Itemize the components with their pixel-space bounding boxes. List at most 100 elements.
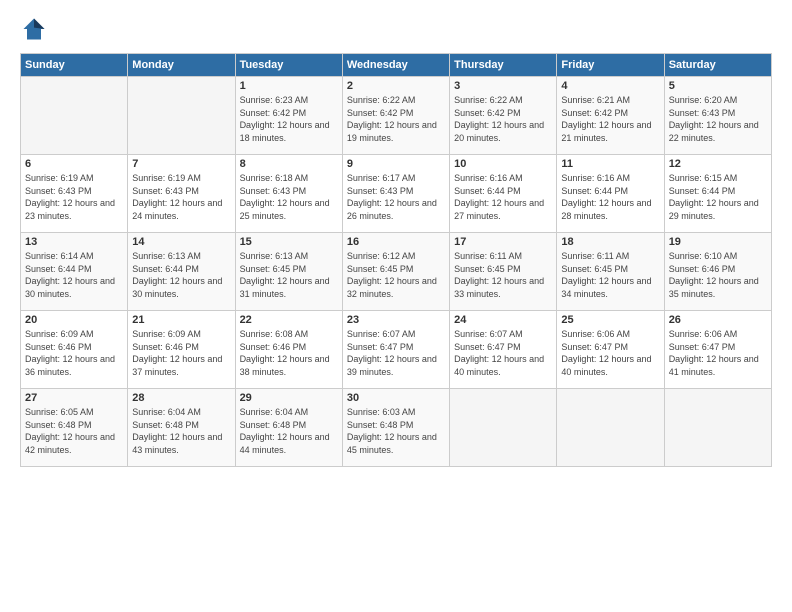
day-number: 6 — [25, 158, 123, 170]
calendar-cell: 29 Sunrise: 6:04 AMSunset: 6:48 PMDaylig… — [235, 389, 342, 467]
day-number: 21 — [132, 314, 230, 326]
cell-info: Sunrise: 6:12 AMSunset: 6:45 PMDaylight:… — [347, 250, 445, 300]
week-row-4: 20 Sunrise: 6:09 AMSunset: 6:46 PMDaylig… — [21, 311, 772, 389]
day-number: 10 — [454, 158, 552, 170]
header — [20, 15, 772, 43]
calendar-cell: 1 Sunrise: 6:23 AMSunset: 6:42 PMDayligh… — [235, 77, 342, 155]
calendar-cell: 18 Sunrise: 6:11 AMSunset: 6:45 PMDaylig… — [557, 233, 664, 311]
cell-info: Sunrise: 6:13 AMSunset: 6:44 PMDaylight:… — [132, 250, 230, 300]
week-row-5: 27 Sunrise: 6:05 AMSunset: 6:48 PMDaylig… — [21, 389, 772, 467]
cell-info: Sunrise: 6:04 AMSunset: 6:48 PMDaylight:… — [240, 406, 338, 456]
day-number: 19 — [669, 236, 767, 248]
cell-info: Sunrise: 6:22 AMSunset: 6:42 PMDaylight:… — [347, 94, 445, 144]
day-number: 14 — [132, 236, 230, 248]
day-number: 15 — [240, 236, 338, 248]
day-number: 28 — [132, 392, 230, 404]
calendar-cell: 4 Sunrise: 6:21 AMSunset: 6:42 PMDayligh… — [557, 77, 664, 155]
page: SundayMondayTuesdayWednesdayThursdayFrid… — [0, 0, 792, 477]
cell-info: Sunrise: 6:15 AMSunset: 6:44 PMDaylight:… — [669, 172, 767, 222]
calendar-cell — [664, 389, 771, 467]
week-row-3: 13 Sunrise: 6:14 AMSunset: 6:44 PMDaylig… — [21, 233, 772, 311]
calendar-cell: 5 Sunrise: 6:20 AMSunset: 6:43 PMDayligh… — [664, 77, 771, 155]
calendar-cell: 11 Sunrise: 6:16 AMSunset: 6:44 PMDaylig… — [557, 155, 664, 233]
day-number: 13 — [25, 236, 123, 248]
calendar-cell: 6 Sunrise: 6:19 AMSunset: 6:43 PMDayligh… — [21, 155, 128, 233]
cell-info: Sunrise: 6:06 AMSunset: 6:47 PMDaylight:… — [669, 328, 767, 378]
calendar-cell: 20 Sunrise: 6:09 AMSunset: 6:46 PMDaylig… — [21, 311, 128, 389]
cell-info: Sunrise: 6:05 AMSunset: 6:48 PMDaylight:… — [25, 406, 123, 456]
calendar-cell: 17 Sunrise: 6:11 AMSunset: 6:45 PMDaylig… — [450, 233, 557, 311]
day-number: 27 — [25, 392, 123, 404]
col-header-friday: Friday — [557, 54, 664, 77]
calendar-cell: 15 Sunrise: 6:13 AMSunset: 6:45 PMDaylig… — [235, 233, 342, 311]
col-header-monday: Monday — [128, 54, 235, 77]
cell-info: Sunrise: 6:10 AMSunset: 6:46 PMDaylight:… — [669, 250, 767, 300]
cell-info: Sunrise: 6:20 AMSunset: 6:43 PMDaylight:… — [669, 94, 767, 144]
cell-info: Sunrise: 6:07 AMSunset: 6:47 PMDaylight:… — [454, 328, 552, 378]
day-number: 29 — [240, 392, 338, 404]
cell-info: Sunrise: 6:19 AMSunset: 6:43 PMDaylight:… — [132, 172, 230, 222]
day-number: 30 — [347, 392, 445, 404]
calendar-cell: 3 Sunrise: 6:22 AMSunset: 6:42 PMDayligh… — [450, 77, 557, 155]
calendar-cell: 21 Sunrise: 6:09 AMSunset: 6:46 PMDaylig… — [128, 311, 235, 389]
calendar-cell — [128, 77, 235, 155]
calendar-cell: 10 Sunrise: 6:16 AMSunset: 6:44 PMDaylig… — [450, 155, 557, 233]
cell-info: Sunrise: 6:17 AMSunset: 6:43 PMDaylight:… — [347, 172, 445, 222]
cell-info: Sunrise: 6:08 AMSunset: 6:46 PMDaylight:… — [240, 328, 338, 378]
cell-info: Sunrise: 6:14 AMSunset: 6:44 PMDaylight:… — [25, 250, 123, 300]
cell-info: Sunrise: 6:22 AMSunset: 6:42 PMDaylight:… — [454, 94, 552, 144]
day-number: 11 — [561, 158, 659, 170]
day-number: 18 — [561, 236, 659, 248]
calendar-cell: 28 Sunrise: 6:04 AMSunset: 6:48 PMDaylig… — [128, 389, 235, 467]
day-number: 22 — [240, 314, 338, 326]
day-number: 12 — [669, 158, 767, 170]
week-row-1: 1 Sunrise: 6:23 AMSunset: 6:42 PMDayligh… — [21, 77, 772, 155]
logo-icon — [20, 15, 48, 43]
calendar-cell: 7 Sunrise: 6:19 AMSunset: 6:43 PMDayligh… — [128, 155, 235, 233]
col-header-sunday: Sunday — [21, 54, 128, 77]
calendar-cell: 8 Sunrise: 6:18 AMSunset: 6:43 PMDayligh… — [235, 155, 342, 233]
calendar-cell: 26 Sunrise: 6:06 AMSunset: 6:47 PMDaylig… — [664, 311, 771, 389]
cell-info: Sunrise: 6:16 AMSunset: 6:44 PMDaylight:… — [454, 172, 552, 222]
day-number: 4 — [561, 80, 659, 92]
day-number: 20 — [25, 314, 123, 326]
cell-info: Sunrise: 6:21 AMSunset: 6:42 PMDaylight:… — [561, 94, 659, 144]
calendar-cell: 9 Sunrise: 6:17 AMSunset: 6:43 PMDayligh… — [342, 155, 449, 233]
logo — [20, 15, 52, 43]
cell-info: Sunrise: 6:03 AMSunset: 6:48 PMDaylight:… — [347, 406, 445, 456]
calendar-cell: 19 Sunrise: 6:10 AMSunset: 6:46 PMDaylig… — [664, 233, 771, 311]
col-header-wednesday: Wednesday — [342, 54, 449, 77]
calendar-cell: 14 Sunrise: 6:13 AMSunset: 6:44 PMDaylig… — [128, 233, 235, 311]
calendar-cell: 13 Sunrise: 6:14 AMSunset: 6:44 PMDaylig… — [21, 233, 128, 311]
day-number: 2 — [347, 80, 445, 92]
day-number: 7 — [132, 158, 230, 170]
cell-info: Sunrise: 6:09 AMSunset: 6:46 PMDaylight:… — [132, 328, 230, 378]
cell-info: Sunrise: 6:11 AMSunset: 6:45 PMDaylight:… — [454, 250, 552, 300]
day-number: 9 — [347, 158, 445, 170]
header-row: SundayMondayTuesdayWednesdayThursdayFrid… — [21, 54, 772, 77]
day-number: 26 — [669, 314, 767, 326]
calendar-cell: 25 Sunrise: 6:06 AMSunset: 6:47 PMDaylig… — [557, 311, 664, 389]
cell-info: Sunrise: 6:09 AMSunset: 6:46 PMDaylight:… — [25, 328, 123, 378]
calendar-cell — [557, 389, 664, 467]
cell-info: Sunrise: 6:11 AMSunset: 6:45 PMDaylight:… — [561, 250, 659, 300]
calendar-cell: 24 Sunrise: 6:07 AMSunset: 6:47 PMDaylig… — [450, 311, 557, 389]
col-header-saturday: Saturday — [664, 54, 771, 77]
calendar-cell: 2 Sunrise: 6:22 AMSunset: 6:42 PMDayligh… — [342, 77, 449, 155]
cell-info: Sunrise: 6:07 AMSunset: 6:47 PMDaylight:… — [347, 328, 445, 378]
calendar-cell: 22 Sunrise: 6:08 AMSunset: 6:46 PMDaylig… — [235, 311, 342, 389]
cell-info: Sunrise: 6:13 AMSunset: 6:45 PMDaylight:… — [240, 250, 338, 300]
day-number: 23 — [347, 314, 445, 326]
cell-info: Sunrise: 6:19 AMSunset: 6:43 PMDaylight:… — [25, 172, 123, 222]
calendar-table: SundayMondayTuesdayWednesdayThursdayFrid… — [20, 53, 772, 467]
day-number: 17 — [454, 236, 552, 248]
week-row-2: 6 Sunrise: 6:19 AMSunset: 6:43 PMDayligh… — [21, 155, 772, 233]
cell-info: Sunrise: 6:23 AMSunset: 6:42 PMDaylight:… — [240, 94, 338, 144]
cell-info: Sunrise: 6:16 AMSunset: 6:44 PMDaylight:… — [561, 172, 659, 222]
cell-info: Sunrise: 6:04 AMSunset: 6:48 PMDaylight:… — [132, 406, 230, 456]
day-number: 25 — [561, 314, 659, 326]
calendar-cell — [21, 77, 128, 155]
calendar-cell: 16 Sunrise: 6:12 AMSunset: 6:45 PMDaylig… — [342, 233, 449, 311]
cell-info: Sunrise: 6:18 AMSunset: 6:43 PMDaylight:… — [240, 172, 338, 222]
cell-info: Sunrise: 6:06 AMSunset: 6:47 PMDaylight:… — [561, 328, 659, 378]
